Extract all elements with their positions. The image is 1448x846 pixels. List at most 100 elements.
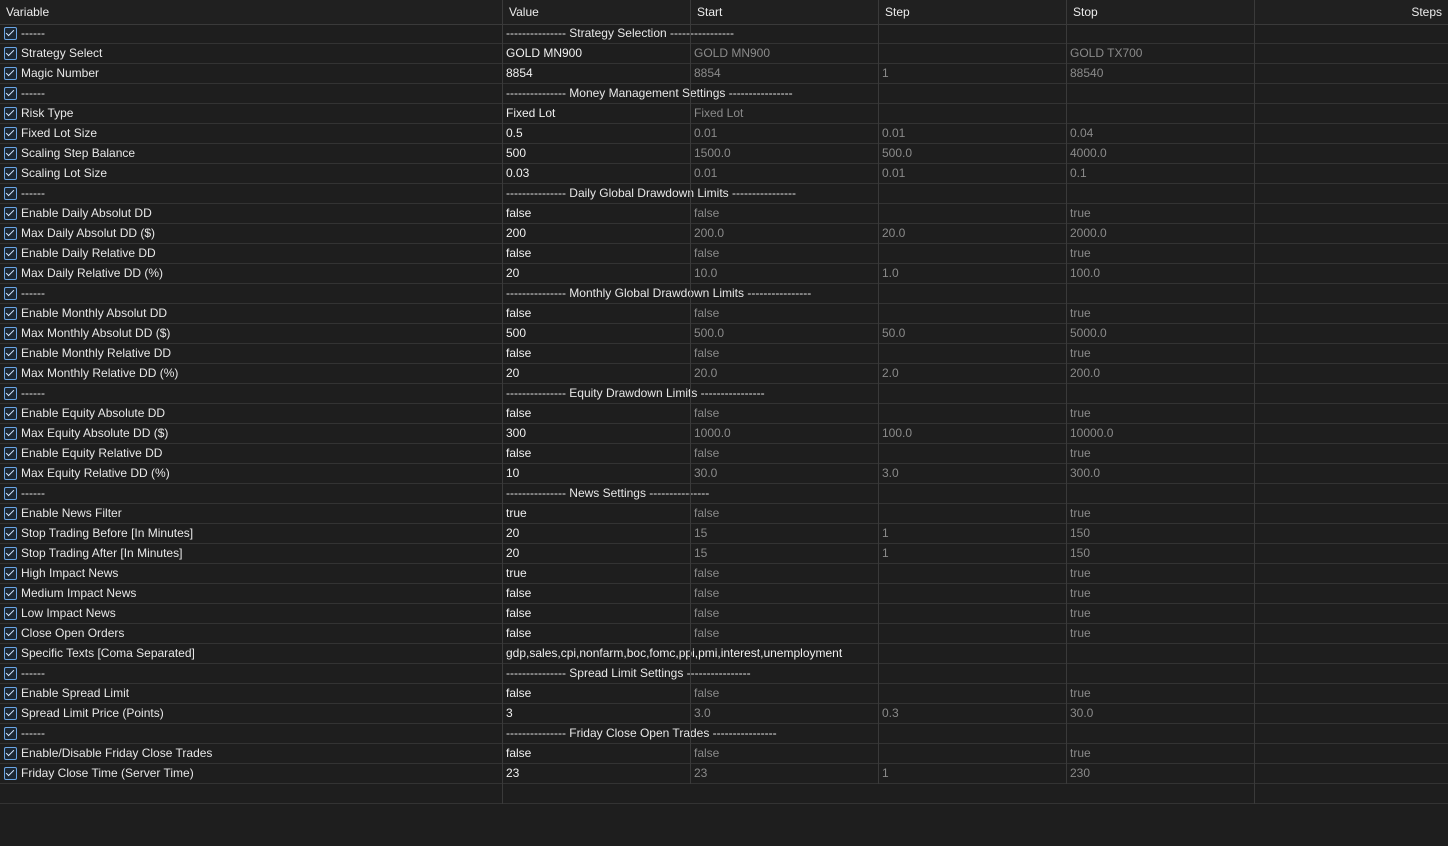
row-checkbox[interactable] [4, 127, 17, 140]
stop-cell[interactable]: true [1070, 444, 1252, 463]
row-checkbox[interactable] [4, 527, 17, 540]
value-cell[interactable]: false [506, 344, 688, 363]
step-cell[interactable] [882, 204, 1064, 223]
stop-cell[interactable]: true [1070, 684, 1252, 703]
parameter-row[interactable]: Scaling Step Balance 500 1500.0 500.0 4000.0 [0, 144, 1448, 164]
header-start[interactable]: Start [697, 0, 722, 24]
stop-cell[interactable]: 150 [1070, 524, 1252, 543]
value-cell[interactable]: false [506, 604, 688, 623]
step-cell[interactable]: 500.0 [882, 144, 1064, 163]
parameter-row[interactable]: Enable Monthly Relative DD false false true [0, 344, 1448, 364]
row-checkbox[interactable] [4, 167, 17, 180]
step-cell[interactable]: 0.01 [882, 124, 1064, 143]
start-cell[interactable]: false [694, 624, 876, 643]
section-separator-row[interactable]: ------ --------------- Equity Drawdown Li… [0, 384, 1448, 404]
row-checkbox[interactable] [4, 107, 17, 120]
stop-cell[interactable]: 0.04 [1070, 124, 1252, 143]
stop-cell[interactable] [1070, 104, 1252, 123]
stop-cell[interactable]: 230 [1070, 764, 1252, 783]
row-checkbox[interactable] [4, 367, 17, 380]
start-cell[interactable]: 0.01 [694, 124, 876, 143]
step-cell[interactable]: 20.0 [882, 224, 1064, 243]
value-cell[interactable]: 0.5 [506, 124, 688, 143]
value-cell[interactable]: 10 [506, 464, 688, 483]
value-cell[interactable]: false [506, 304, 688, 323]
start-cell[interactable]: 15 [694, 524, 876, 543]
step-cell[interactable] [882, 744, 1064, 763]
value-cell[interactable]: false [506, 404, 688, 423]
stop-cell[interactable]: GOLD TX700 [1070, 44, 1252, 63]
row-checkbox[interactable] [4, 767, 17, 780]
stop-cell[interactable]: true [1070, 624, 1252, 643]
start-cell[interactable]: 23 [694, 764, 876, 783]
start-cell[interactable]: false [694, 444, 876, 463]
row-checkbox[interactable] [4, 667, 17, 680]
row-checkbox[interactable] [4, 267, 17, 280]
section-separator-row[interactable]: ------ --------------- Money Management S… [0, 84, 1448, 104]
row-checkbox[interactable] [4, 387, 17, 400]
value-cell[interactable]: false [506, 684, 688, 703]
start-cell[interactable]: false [694, 684, 876, 703]
start-cell[interactable]: 1500.0 [694, 144, 876, 163]
row-checkbox[interactable] [4, 87, 17, 100]
stop-cell[interactable]: 300.0 [1070, 464, 1252, 483]
stop-cell[interactable]: true [1070, 604, 1252, 623]
row-checkbox[interactable] [4, 587, 17, 600]
start-cell[interactable]: false [694, 304, 876, 323]
row-checkbox[interactable] [4, 147, 17, 160]
stop-cell[interactable]: 30.0 [1070, 704, 1252, 723]
start-cell[interactable]: 3.0 [694, 704, 876, 723]
stop-cell[interactable]: true [1070, 344, 1252, 363]
row-checkbox[interactable] [4, 547, 17, 560]
step-cell[interactable] [882, 344, 1064, 363]
step-cell[interactable] [882, 604, 1064, 623]
row-checkbox[interactable] [4, 287, 17, 300]
parameter-row[interactable]: Magic Number 8854 8854 1 88540 [0, 64, 1448, 84]
parameter-row[interactable]: Enable Equity Relative DD false false true [0, 444, 1448, 464]
stop-cell[interactable]: 100.0 [1070, 264, 1252, 283]
value-cell[interactable]: false [506, 204, 688, 223]
value-cell[interactable]: Fixed Lot [506, 104, 688, 123]
stop-cell[interactable]: true [1070, 564, 1252, 583]
start-cell[interactable]: false [694, 244, 876, 263]
stop-cell[interactable]: true [1070, 584, 1252, 603]
step-cell[interactable]: 1 [882, 524, 1064, 543]
value-cell[interactable]: gdp,sales,cpi,nonfarm,boc,fomc,ppi,pmi,i… [506, 644, 1246, 663]
step-cell[interactable]: 1 [882, 64, 1064, 83]
header-stop[interactable]: Stop [1073, 0, 1098, 24]
parameter-row[interactable]: Max Equity Absolute DD ($) 300 1000.0 100.0… [0, 424, 1448, 444]
row-checkbox[interactable] [4, 627, 17, 640]
stop-cell[interactable]: 200.0 [1070, 364, 1252, 383]
row-checkbox[interactable] [4, 727, 17, 740]
row-checkbox[interactable] [4, 247, 17, 260]
step-cell[interactable] [882, 44, 1064, 63]
stop-cell[interactable]: true [1070, 244, 1252, 263]
stop-cell[interactable]: true [1070, 744, 1252, 763]
value-cell[interactable]: true [506, 504, 688, 523]
section-separator-row[interactable]: ------ --------------- Spread Limit Setti… [0, 664, 1448, 684]
step-cell[interactable] [882, 624, 1064, 643]
row-checkbox[interactable] [4, 407, 17, 420]
parameter-row[interactable]: Close Open Orders false false true [0, 624, 1448, 644]
value-cell[interactable]: 20 [506, 544, 688, 563]
parameter-row[interactable]: Enable News Filter true false true [0, 504, 1448, 524]
value-cell[interactable]: 20 [506, 364, 688, 383]
start-cell[interactable]: 20.0 [694, 364, 876, 383]
row-checkbox[interactable] [4, 47, 17, 60]
parameter-row[interactable]: Max Monthly Absolut DD ($) 500 500.0 50.0 50… [0, 324, 1448, 344]
step-cell[interactable]: 100.0 [882, 424, 1064, 443]
start-cell[interactable]: 1000.0 [694, 424, 876, 443]
value-cell[interactable]: 3 [506, 704, 688, 723]
value-cell[interactable]: true [506, 564, 688, 583]
step-cell[interactable] [882, 564, 1064, 583]
step-cell[interactable] [882, 504, 1064, 523]
value-cell[interactable]: 23 [506, 764, 688, 783]
value-cell[interactable]: GOLD MN900 [506, 44, 688, 63]
row-checkbox[interactable] [4, 187, 17, 200]
row-checkbox[interactable] [4, 747, 17, 760]
parameter-row[interactable]: Specific Texts [Coma Separated] gdp,sales… [0, 644, 1448, 664]
step-cell[interactable]: 0.01 [882, 164, 1064, 183]
stop-cell[interactable]: 88540 [1070, 64, 1252, 83]
parameter-row[interactable]: Scaling Lot Size 0.03 0.01 0.01 0.1 [0, 164, 1448, 184]
start-cell[interactable]: Fixed Lot [694, 104, 876, 123]
